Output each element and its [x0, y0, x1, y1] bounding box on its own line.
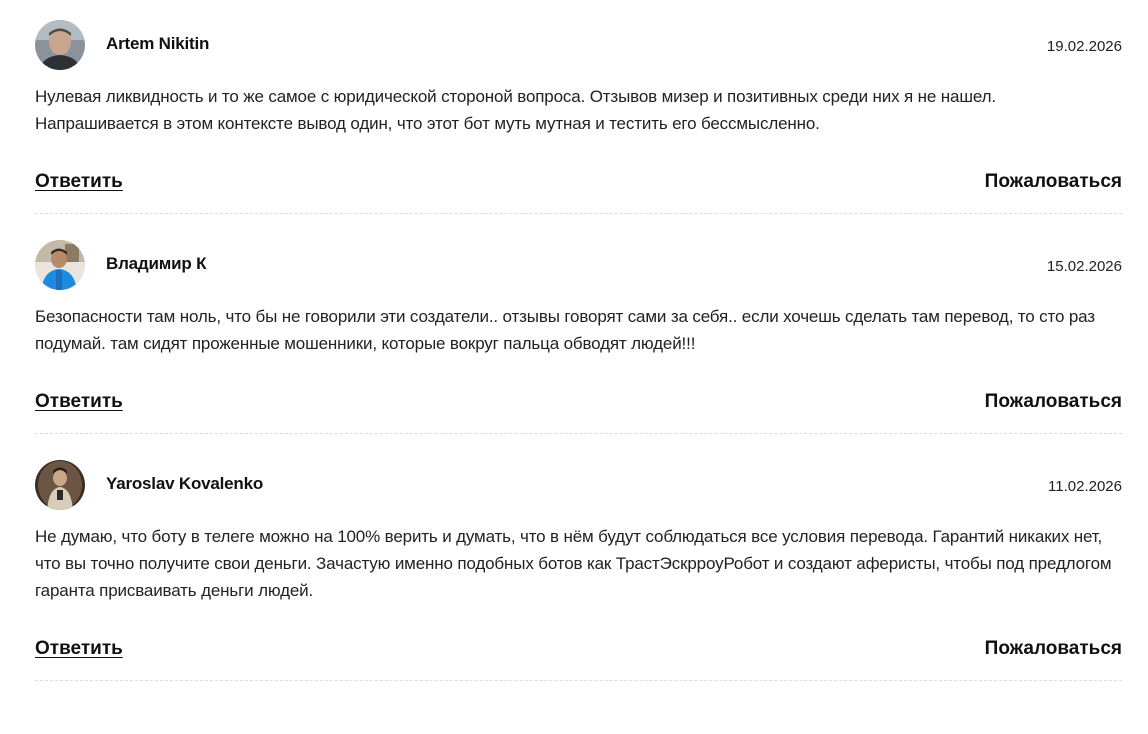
comment-item: Artem Nikitin 19.02.2026 Нулевая ликвидн…: [35, 20, 1122, 214]
author-name: Владимир К: [106, 254, 207, 273]
report-link[interactable]: Пожаловаться: [985, 391, 1122, 413]
avatar: [35, 240, 85, 290]
comment-header: Artem Nikitin 19.02.2026: [35, 20, 1122, 70]
comment-text: Нулевая ликвидность и то же самое с юрид…: [35, 87, 996, 133]
reply-link[interactable]: Ответить: [35, 638, 123, 660]
reply-link[interactable]: Ответить: [35, 391, 123, 413]
comment-actions: Ответить Пожаловаться: [35, 391, 1122, 413]
comment-actions: Ответить Пожаловаться: [35, 638, 1122, 660]
author-name: Yaroslav Kovalenko: [106, 474, 264, 493]
comments-list: Artem Nikitin 19.02.2026 Нулевая ликвидн…: [35, 0, 1122, 681]
comment-text: Не думаю, что боту в телеге можно на 100…: [35, 527, 1112, 600]
comment-actions: Ответить Пожаловаться: [35, 171, 1122, 193]
comment-header: Yaroslav Kovalenko 11.02.2026: [35, 460, 1122, 510]
report-link[interactable]: Пожаловаться: [985, 171, 1122, 193]
comment-text: Безопасности там ноль, что бы не говорил…: [35, 307, 1095, 353]
avatar: [35, 20, 85, 70]
comment-date: 11.02.2026: [1048, 477, 1122, 495]
report-link[interactable]: Пожаловаться: [985, 638, 1122, 660]
comment-date: 15.02.2026: [1046, 257, 1122, 275]
comment-header: Владимир К 15.02.2026: [35, 240, 1122, 290]
comment-item: Yaroslav Kovalenko 11.02.2026 Не думаю, …: [35, 460, 1122, 681]
comment-item: Владимир К 15.02.2026 Безопасности там н…: [35, 240, 1122, 434]
author-name: Artem Nikitin: [106, 34, 210, 53]
comment-date: 19.02.2026: [1046, 37, 1122, 55]
reply-link[interactable]: Ответить: [35, 171, 123, 193]
avatar: [35, 460, 85, 510]
